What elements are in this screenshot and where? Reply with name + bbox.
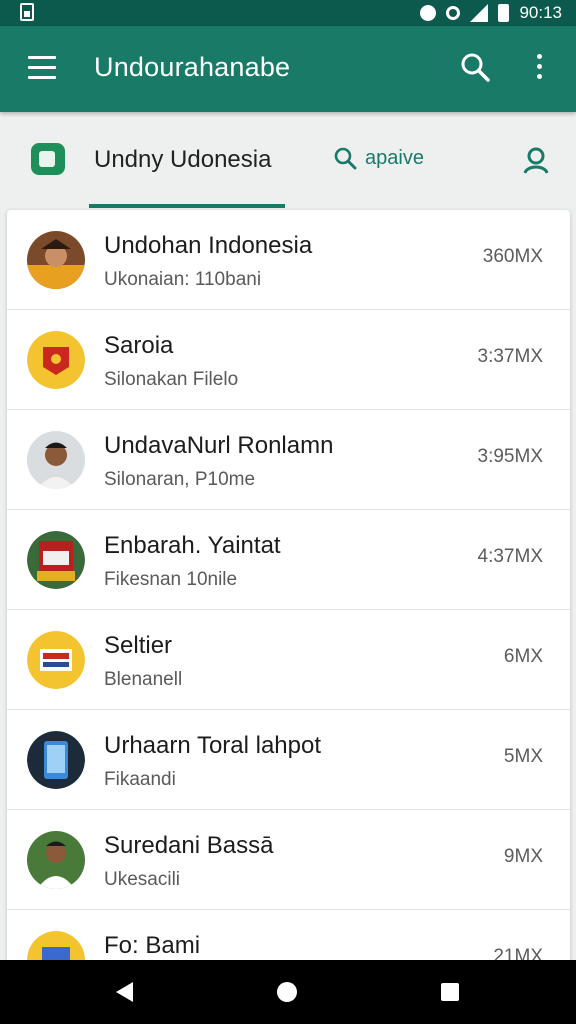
battery-icon: [498, 4, 510, 22]
item-subtitle: Silonakan Filelo: [104, 369, 239, 390]
item-meta: 3:95MX: [477, 446, 543, 467]
item-title: Seltier: [104, 632, 173, 659]
status-bar: 90:13: [0, 0, 576, 26]
more-options-icon[interactable]: [534, 54, 544, 84]
alarm-icon: [446, 6, 461, 20]
avatar: [27, 331, 85, 389]
back-icon[interactable]: [116, 982, 133, 1002]
item-title: Saroia: [104, 332, 174, 359]
list-item[interactable]: Seltier Blenanell 6MX: [7, 610, 570, 710]
menu-icon[interactable]: [28, 56, 56, 80]
item-subtitle: Fikesnan 10nile: [104, 569, 238, 590]
profile-icon[interactable]: [522, 146, 550, 174]
avatar: [27, 631, 85, 689]
tab-search-label: apaive: [365, 146, 424, 169]
item-meta: 3:37MX: [477, 346, 543, 367]
avatar: [27, 431, 85, 489]
list-item[interactable]: UndavaNurl Ronlamn Silonaran, P10me 3:95…: [7, 410, 570, 510]
sim-card-icon: [20, 3, 34, 21]
item-meta: 5MX: [503, 746, 543, 767]
avatar: [27, 531, 85, 589]
item-title: Undohan Indonesia: [104, 232, 313, 259]
bug-icon: [420, 5, 437, 21]
item-meta: 360MX: [482, 246, 543, 267]
search-icon: [334, 147, 357, 170]
signal-icon: [470, 4, 489, 22]
avatar: [27, 231, 85, 289]
item-title: Enbarah. Yaintat: [104, 532, 281, 559]
item-meta: 9MX: [503, 846, 543, 867]
tab-main[interactable]: Undny Udonesia: [94, 146, 271, 174]
item-subtitle: Ukesacili: [104, 869, 181, 890]
item-title: Urhaarn Toral lahpot: [104, 732, 322, 759]
navigation-bar: [0, 960, 576, 1024]
app-bar: Undourahanabe: [0, 26, 576, 112]
avatar: [27, 831, 85, 889]
app-logo-icon[interactable]: [30, 142, 66, 176]
item-subtitle: Silonaran, P10me: [104, 469, 256, 490]
chat-list: Undohan Indonesia Ukonaian: 110bani 360M…: [7, 210, 570, 970]
list-item[interactable]: Suredani Bassā Ukesacili 9MX: [7, 810, 570, 910]
search-icon[interactable]: [460, 52, 490, 82]
item-title: Fo: Bami: [104, 932, 201, 959]
item-title: UndavaNurl Ronlamn: [104, 432, 334, 459]
recents-icon[interactable]: [441, 983, 459, 1001]
item-meta: 6MX: [503, 646, 543, 667]
list-item[interactable]: Saroia Silonakan Filelo 3:37MX: [7, 310, 570, 410]
list-item[interactable]: Urhaarn Toral lahpot Fikaandi 5MX: [7, 710, 570, 810]
home-icon[interactable]: [277, 982, 297, 1002]
tab-bar: [0, 112, 576, 208]
tab-search[interactable]: apaive: [333, 146, 424, 170]
app-title: Undourahanabe: [94, 52, 291, 82]
item-title: Suredani Bassā: [104, 832, 274, 859]
status-time: 90:13: [519, 3, 562, 22]
item-meta: 4:37MX: [477, 546, 543, 567]
item-subtitle: Blenanell: [104, 669, 183, 690]
list-item[interactable]: Undohan Indonesia Ukonaian: 110bani 360M…: [7, 210, 570, 310]
list-item[interactable]: Enbarah. Yaintat Fikesnan 10nile 4:37MX: [7, 510, 570, 610]
item-subtitle: Fikaandi: [104, 769, 176, 790]
tab-indicator: [89, 204, 285, 208]
item-subtitle: Ukonaian: 110bani: [104, 269, 262, 290]
avatar: [27, 731, 85, 789]
